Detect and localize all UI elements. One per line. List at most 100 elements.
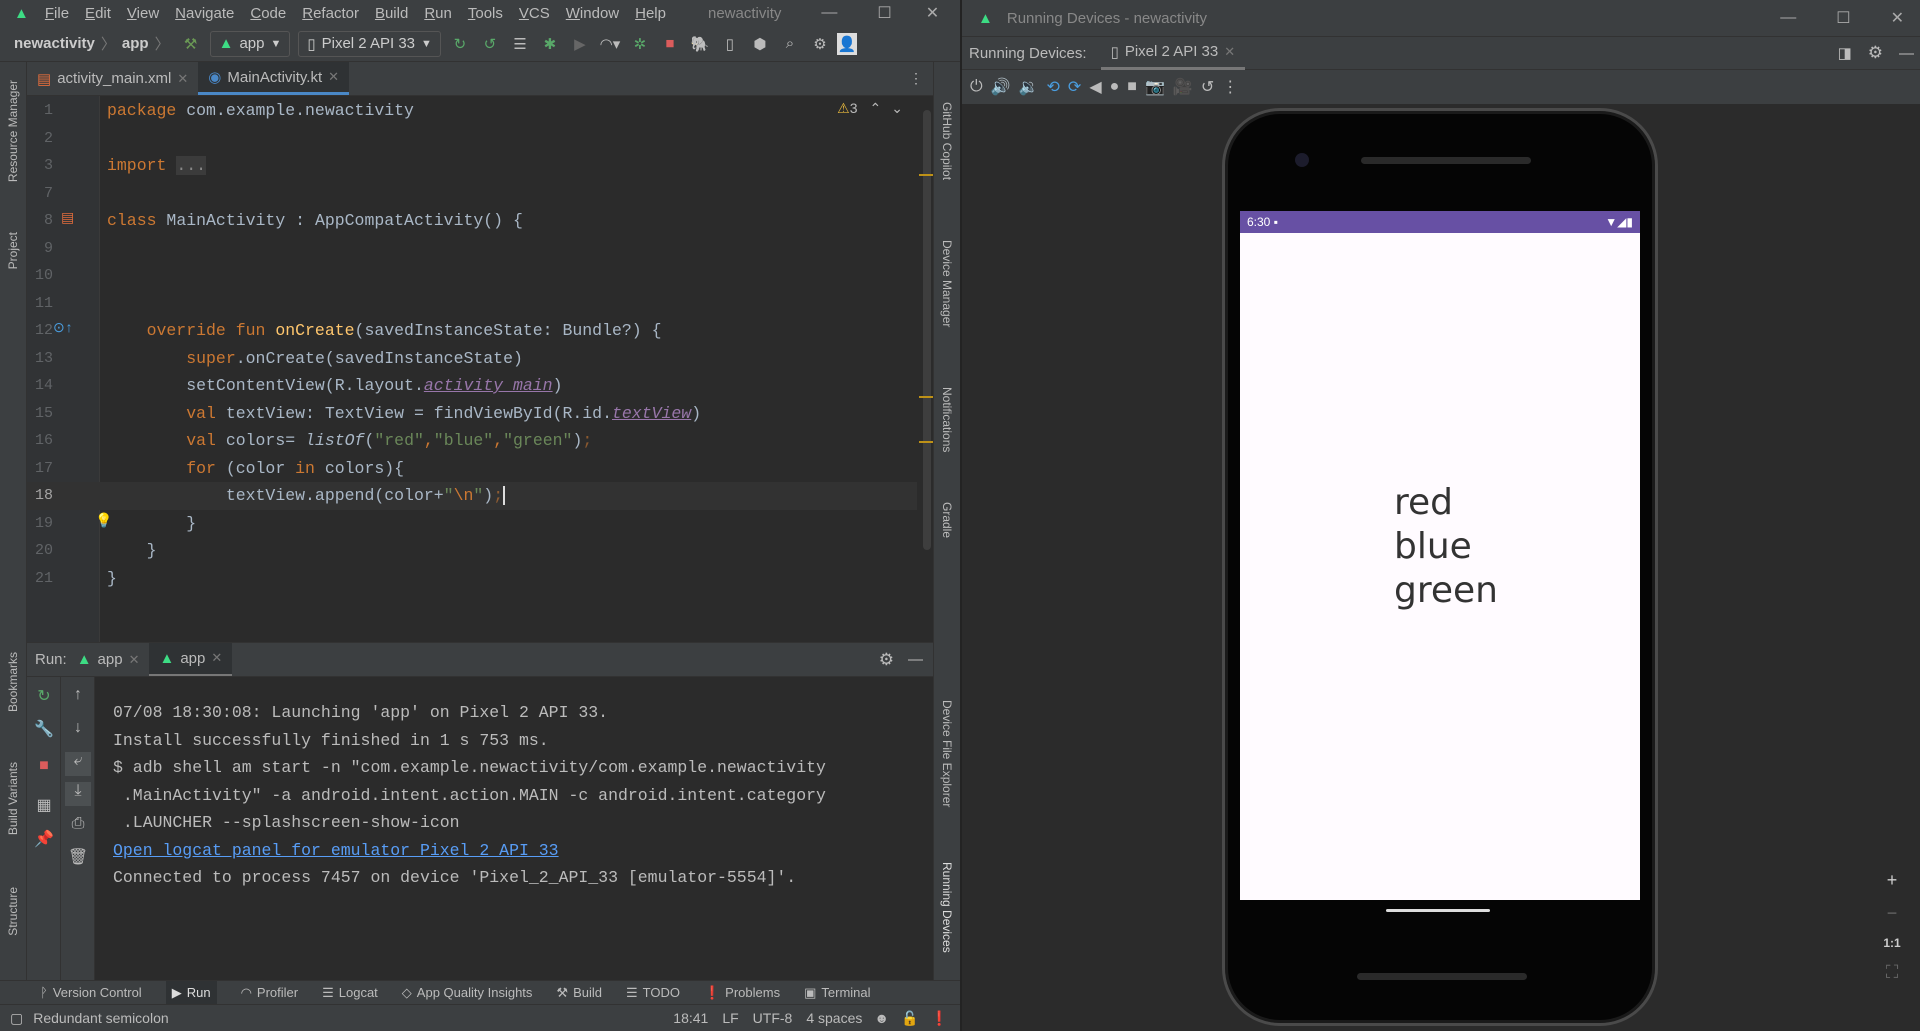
attach-debugger-icon[interactable]: ✲: [627, 31, 653, 57]
tool-profiler[interactable]: ◠ Profiler: [241, 985, 299, 1001]
gear-icon[interactable]: ⚙: [1868, 43, 1883, 63]
close-button[interactable]: ✕: [1891, 8, 1904, 28]
tool-resource-manager[interactable]: Resource Manager: [6, 80, 20, 182]
code-line[interactable]: 10: [27, 262, 917, 290]
tab-activity-main-xml[interactable]: ▤ activity_main.xml ✕: [27, 62, 198, 95]
build-hammer-icon[interactable]: ⚒: [178, 31, 204, 57]
breadcrumb-project[interactable]: newactivity: [14, 35, 95, 52]
code-line[interactable]: 15 val textView: TextView = findViewById…: [27, 400, 917, 428]
lock-icon[interactable]: 🔓: [901, 1010, 918, 1027]
code-line[interactable]: 7: [27, 180, 917, 208]
run-tab-app-1[interactable]: ▲ app ✕: [67, 643, 150, 677]
code-line[interactable]: 14 setContentView(R.layout.activity_main…: [27, 372, 917, 400]
apply-code-changes-icon[interactable]: ☰: [507, 31, 533, 57]
copilot-icon[interactable]: ☻: [874, 1010, 889, 1026]
maximize-button[interactable]: ☐: [877, 3, 891, 23]
stop-icon[interactable]: ■: [31, 757, 57, 781]
close-button[interactable]: ✕: [926, 3, 939, 23]
code-line[interactable]: 11: [27, 290, 917, 318]
fit-screen-button[interactable]: ⛶: [1886, 962, 1899, 983]
tool-build[interactable]: ⚒ Build: [556, 985, 602, 1001]
more-tabs-icon[interactable]: ⋮: [909, 70, 923, 87]
device-manager-icon[interactable]: ▯: [717, 31, 743, 57]
rerun-icon[interactable]: ↻: [31, 686, 57, 710]
menu-view[interactable]: View: [127, 5, 159, 22]
inspection-widget[interactable]: ⚠3 ⌃ ⌄: [837, 100, 903, 117]
code-line[interactable]: 3 import ...: [27, 152, 917, 180]
line-separator[interactable]: LF: [722, 1010, 738, 1026]
actual-size-button[interactable]: 1:1: [1883, 936, 1900, 950]
rotate-right-icon[interactable]: ⟳: [1068, 77, 1081, 97]
tool-device-file-explorer[interactable]: Device File Explorer: [940, 700, 954, 807]
tool-notifications[interactable]: Notifications: [940, 387, 954, 452]
menu-window[interactable]: Window: [566, 5, 619, 22]
tool-device-manager[interactable]: Device Manager: [940, 240, 954, 327]
menu-help[interactable]: Help: [635, 5, 666, 22]
code-line[interactable]: 17 for (color in colors){: [27, 455, 917, 483]
run-config-select[interactable]: ▲ app ▼: [209, 30, 291, 57]
gear-icon[interactable]: ⚙: [879, 650, 894, 670]
code-line[interactable]: 21}: [27, 565, 917, 593]
screenshot-icon[interactable]: 📷: [1145, 77, 1165, 97]
file-encoding[interactable]: UTF-8: [753, 1010, 793, 1026]
tool-run[interactable]: ▶ Run: [165, 980, 217, 1005]
console-output[interactable]: 07/08 18:30:08: Launching 'app' on Pixel…: [113, 699, 826, 892]
menu-code[interactable]: Code: [250, 5, 286, 22]
coverage-icon[interactable]: ▶: [567, 31, 593, 57]
volume-up-icon[interactable]: 🔊: [991, 77, 1011, 97]
gesture-nav-bar[interactable]: [1386, 909, 1490, 912]
event-log-icon[interactable]: ❗: [931, 1010, 948, 1027]
soft-wrap-icon[interactable]: ⤶: [65, 752, 91, 776]
menu-file[interactable]: File: [45, 5, 69, 22]
tool-version-control[interactable]: ᚹ Version Control: [40, 985, 142, 1000]
code-line[interactable]: 8 class MainActivity : AppCompatActivity(…: [27, 207, 917, 235]
layout-preview-icon[interactable]: ▤: [61, 210, 74, 227]
code-line[interactable]: 18 textView.append(color+"\n");: [27, 482, 917, 510]
tool-running-devices[interactable]: Running Devices: [940, 862, 954, 953]
code-line[interactable]: 9: [27, 235, 917, 263]
power-icon[interactable]: ⏻: [970, 78, 983, 96]
menu-build[interactable]: Build: [375, 5, 408, 22]
code-line[interactable]: 2: [27, 125, 917, 153]
next-highlight-icon[interactable]: ⌄: [891, 100, 903, 116]
tool-gradle[interactable]: Gradle: [940, 502, 954, 538]
status-icon[interactable]: ▢: [10, 1010, 23, 1027]
tool-github-copilot[interactable]: GitHub Copilot: [940, 102, 954, 180]
editor-scrollbar[interactable]: [923, 110, 931, 550]
code-line[interactable]: 19 }: [27, 510, 917, 538]
screen-record-icon[interactable]: 🎥: [1173, 77, 1193, 97]
menu-refactor[interactable]: Refactor: [302, 5, 359, 22]
stop-icon[interactable]: ■: [657, 31, 683, 57]
tool-terminal[interactable]: ▣ Terminal: [804, 985, 870, 1001]
tool-bookmarks[interactable]: Bookmarks: [6, 652, 20, 712]
search-icon[interactable]: ⌕: [777, 31, 803, 57]
close-tab-icon[interactable]: ✕: [328, 69, 339, 85]
menu-tools[interactable]: Tools: [468, 5, 503, 22]
snapshot-icon[interactable]: ↺: [1201, 77, 1214, 97]
menu-vcs[interactable]: VCS: [519, 5, 550, 22]
menu-edit[interactable]: Edit: [85, 5, 111, 22]
tab-mainactivity-kt[interactable]: ◉ MainActivity.kt ✕: [198, 62, 350, 95]
minimize-button[interactable]: —: [1780, 9, 1796, 27]
tool-problems[interactable]: ❗ Problems: [704, 985, 780, 1001]
indent-setting[interactable]: 4 spaces: [806, 1010, 862, 1026]
pin-icon[interactable]: 📌: [31, 829, 57, 853]
layout-icon[interactable]: ▦: [31, 795, 57, 819]
trash-icon[interactable]: 🗑: [65, 847, 91, 871]
home-icon[interactable]: ●: [1110, 78, 1120, 96]
more-icon[interactable]: ⋮: [1222, 77, 1238, 97]
rotate-left-icon[interactable]: ⟲: [1047, 77, 1060, 97]
code-line[interactable]: 1 package com.example.newactivity: [27, 97, 917, 125]
apply-changes-icon[interactable]: ↺: [477, 31, 503, 57]
sdk-manager-icon[interactable]: ⬢: [747, 31, 773, 57]
warning-marker[interactable]: [919, 174, 933, 176]
prev-highlight-icon[interactable]: ⌃: [870, 100, 882, 116]
caret-position[interactable]: 18:41: [673, 1010, 708, 1026]
maximize-button[interactable]: ☐: [1836, 8, 1850, 28]
tool-logcat[interactable]: ☰ Logcat: [322, 985, 378, 1001]
open-logcat-link[interactable]: Open logcat panel for emulator Pixel 2 A…: [113, 837, 826, 865]
intention-bulb-icon[interactable]: 💡: [95, 513, 112, 530]
menu-run[interactable]: Run: [424, 5, 452, 22]
code-line[interactable]: 16 val colors= listOf("red","blue","gree…: [27, 427, 917, 455]
code-editor[interactable]: 1 package com.example.newactivity 2 3 import…: [27, 96, 933, 642]
